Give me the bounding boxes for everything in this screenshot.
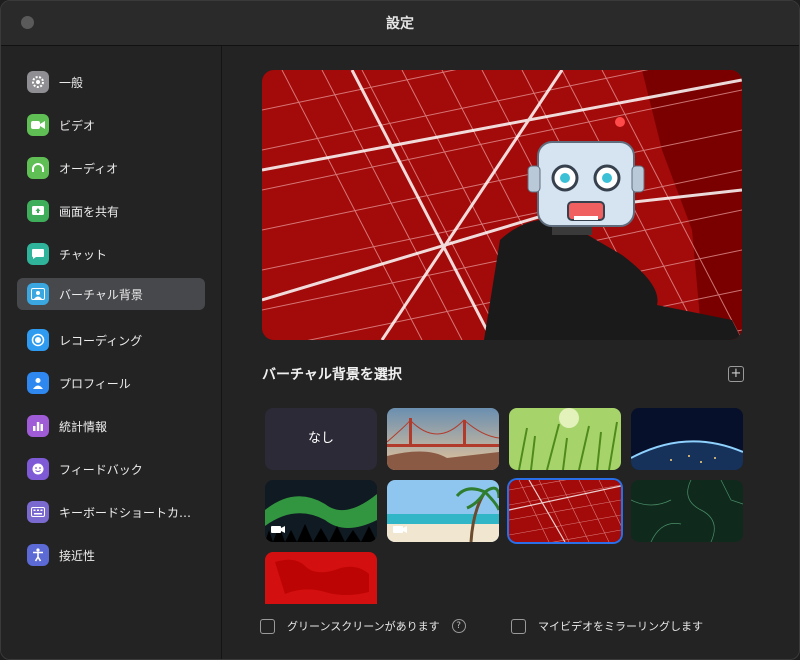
sidebar-item-label: プロフィール <box>59 376 131 391</box>
feedback-smile-icon <box>27 458 49 480</box>
background-thumb-beach[interactable] <box>387 480 499 542</box>
sidebar-item-virtual-background[interactable]: バーチャル背景 <box>17 278 205 310</box>
title-bar: 設定 <box>1 1 799 46</box>
headphones-icon <box>27 157 49 179</box>
sidebar-item-profile[interactable]: プロフィール <box>17 367 205 399</box>
greenscreen-option: グリーンスクリーンがあります ? <box>260 618 466 634</box>
sidebar-item-label: 接近性 <box>59 548 96 563</box>
sidebar-item-label: バーチャル背景 <box>59 287 143 302</box>
background-thumb-golden-gate[interactable] <box>387 408 499 470</box>
share-screen-icon <box>27 200 49 222</box>
chat-bubble-icon <box>27 243 49 265</box>
background-thumb-aurora[interactable] <box>265 480 377 542</box>
sidebar-item-label: レコーディング <box>59 333 143 348</box>
video-camera-icon <box>27 114 49 136</box>
mirror-label: マイビデオをミラーリングします <box>538 620 703 633</box>
sidebar-item-label: 一般 <box>59 75 84 90</box>
sidebar: 一般 ビデオ オーディオ 画面を共有 チャット バーチャル背景 レコーディング … <box>1 46 222 659</box>
sidebar-item-label: オーディオ <box>59 161 119 176</box>
sidebar-item-audio[interactable]: オーディオ <box>17 152 205 184</box>
sidebar-item-label: 画面を共有 <box>59 204 120 219</box>
record-icon <box>27 329 49 351</box>
gear-icon <box>27 71 49 93</box>
sidebar-item-keyboard-shortcuts[interactable]: キーボードショートカ… <box>17 496 205 528</box>
camera-preview <box>262 70 742 340</box>
accessibility-icon <box>27 544 49 566</box>
virtual-background-panel: バーチャル背景を選択 + なし グリーンスクリーンがあります ? マイビデオをミ… <box>222 46 799 659</box>
background-label: なし <box>307 431 334 446</box>
settings-window: 設定 一般 ビデオ オーディオ 画面を共有 チャット バーチャル背景 レコーディ… <box>0 0 800 660</box>
background-thumb-red-world-map[interactable] <box>265 552 377 604</box>
greenscreen-checkbox[interactable] <box>260 618 275 634</box>
background-thumb-red-map[interactable] <box>509 480 621 542</box>
sidebar-item-video[interactable]: ビデオ <box>17 109 205 141</box>
background-thumb-green-map[interactable] <box>631 480 743 542</box>
sidebar-item-label: チャット <box>59 247 107 262</box>
sidebar-item-label: キーボードショートカ… <box>59 505 192 520</box>
sidebar-item-accessibility[interactable]: 接近性 <box>17 539 205 571</box>
statistics-icon <box>27 415 49 437</box>
background-thumb-grass[interactable] <box>509 408 621 470</box>
sidebar-item-label: ビデオ <box>59 118 96 133</box>
background-thumb-none[interactable]: なし <box>265 408 377 470</box>
greenscreen-label: グリーンスクリーンがあります <box>287 620 440 633</box>
virtual-background-icon <box>27 283 49 305</box>
mirror-checkbox[interactable] <box>511 618 526 634</box>
mirror-option: マイビデオをミラーリングします <box>511 618 703 634</box>
section-title: バーチャル背景を選択 <box>262 367 402 383</box>
sidebar-item-label: フィードバック <box>59 462 143 477</box>
background-thumb-earth[interactable] <box>631 408 743 470</box>
sidebar-item-recording[interactable]: レコーディング <box>17 324 205 356</box>
add-background-button[interactable]: + <box>728 366 744 382</box>
profile-icon <box>27 372 49 394</box>
sidebar-item-statistics[interactable]: 統計情報 <box>17 410 205 442</box>
sidebar-item-chat[interactable]: チャット <box>17 238 205 270</box>
window-title: 設定 <box>386 16 414 32</box>
keyboard-icon <box>27 501 49 523</box>
sidebar-item-feedback[interactable]: フィードバック <box>17 453 205 485</box>
sidebar-item-general[interactable]: 一般 <box>17 66 205 98</box>
help-icon[interactable]: ? <box>451 619 466 633</box>
sidebar-item-label: 統計情報 <box>59 419 108 434</box>
sidebar-item-share-screen[interactable]: 画面を共有 <box>17 195 205 227</box>
